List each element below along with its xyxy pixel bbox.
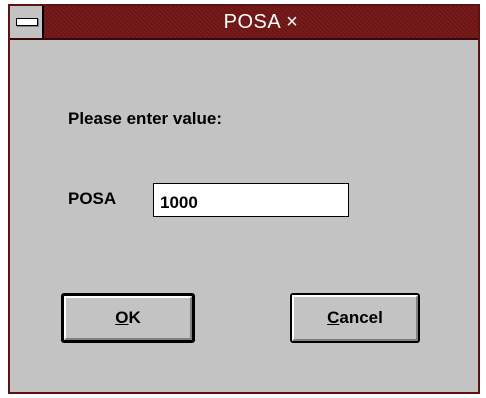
ok-button[interactable]: OK [61, 293, 195, 343]
cancel-button[interactable]: Cancel [290, 293, 420, 343]
ok-label-rest: K [128, 308, 141, 327]
cancel-label-rest: ancel [339, 308, 383, 327]
title-bar[interactable]: POSA × [10, 6, 478, 40]
cancel-button-label: Cancel [327, 308, 383, 328]
ok-mnemonic: O [115, 308, 129, 327]
system-menu-button[interactable] [10, 6, 44, 38]
system-menu-icon [16, 18, 38, 26]
posa-dialog: POSA × Please enter value: POSA OK Cance… [8, 4, 480, 394]
ok-button-label: OK [115, 308, 141, 328]
posa-value-input[interactable] [153, 183, 349, 217]
dialog-title: POSA × [223, 11, 299, 33]
posa-field-label: POSA [68, 189, 117, 208]
prompt-label: Please enter value: [68, 109, 223, 128]
cancel-mnemonic: C [327, 308, 340, 327]
